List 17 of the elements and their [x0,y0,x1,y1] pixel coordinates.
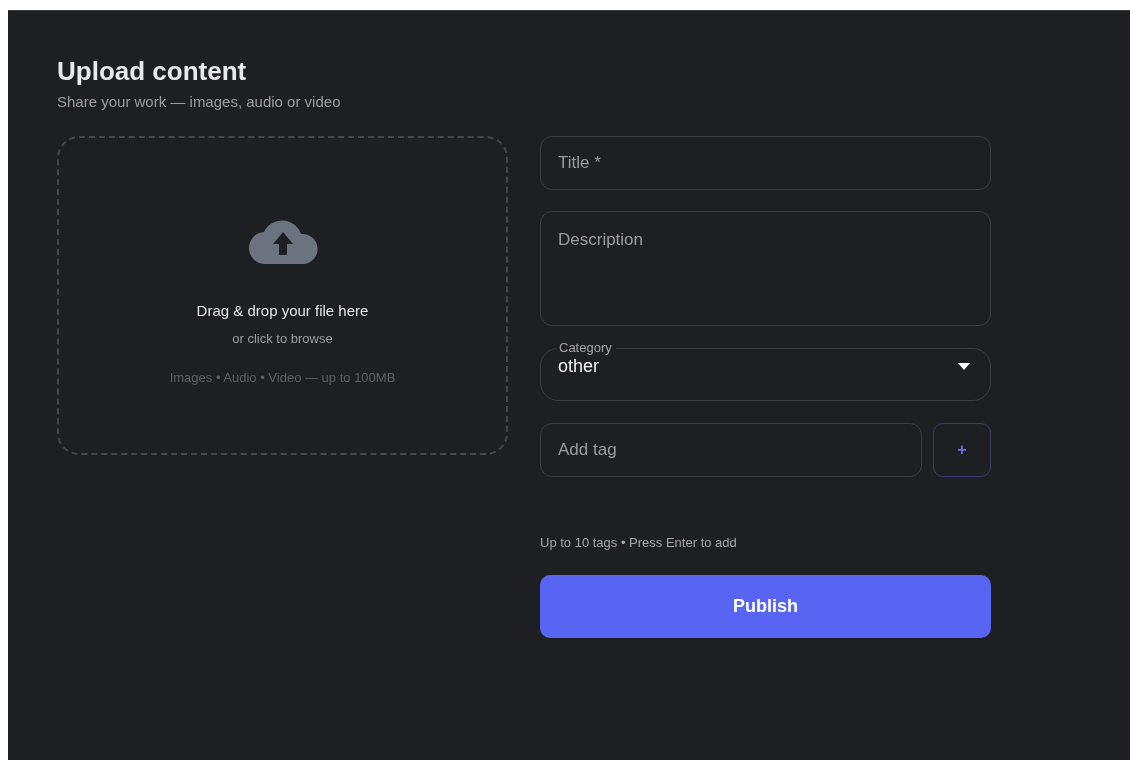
title-field[interactable]: Title * [540,136,991,190]
category-select[interactable]: Category other [540,340,991,401]
tag-field[interactable]: Add tag [540,423,922,477]
formats-note: Images • Audio • Video — up to 100MB [169,370,396,385]
dropzone-headline: Drag & drop your file here [196,302,369,319]
publish-button[interactable]: Publish [540,575,991,638]
caret-icon [958,363,970,370]
file-dropzone[interactable]: Drag & drop your file here or click to browse Images • Audio • Video — up to 100MB [57,136,508,455]
browse-text: or click to browse [232,331,333,346]
category-value: other [558,356,600,377]
page-subtitle: Share your work — images, audio or video [57,93,342,110]
category-label: Category [558,340,613,356]
add-tag-button[interactable]: + [933,423,991,477]
tags-hint: Up to 10 tags • Press Enter to add [540,535,738,550]
cloud-upload-icon [247,218,318,264]
description-field[interactable]: Description [540,211,991,326]
page-title: Upload content [57,55,248,87]
